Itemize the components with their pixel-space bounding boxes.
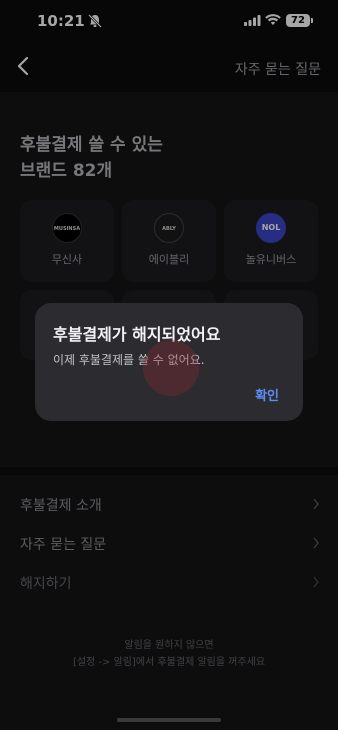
stamp-graphic [143,340,199,396]
home-indicator [117,718,221,722]
confirm-button[interactable]: 확인 [255,385,279,404]
dialog-title: 후불결제가 해지되었어요 [53,325,221,344]
